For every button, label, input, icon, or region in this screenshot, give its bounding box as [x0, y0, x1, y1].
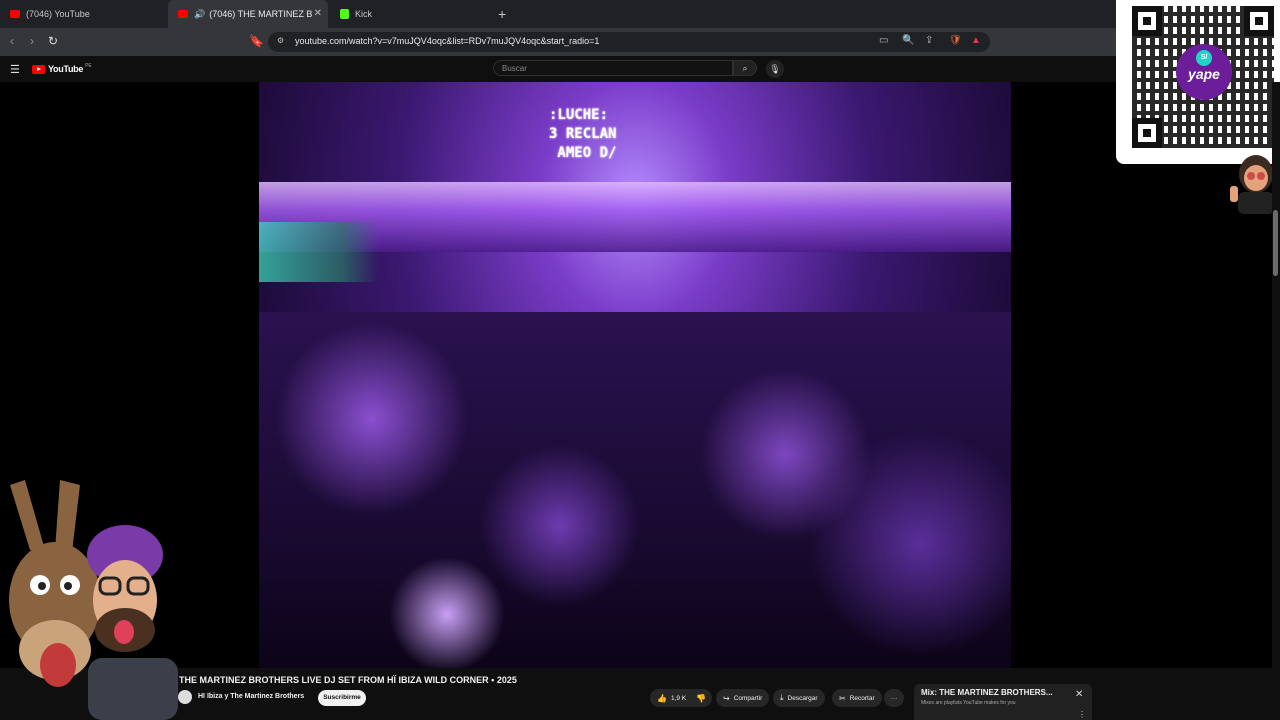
- like-button[interactable]: 👍 1,9 K: [650, 689, 690, 707]
- yape-logo-text: yape: [1188, 66, 1220, 82]
- bookmark-icon[interactable]: 🔖: [249, 34, 264, 48]
- video-title: THE MARTINEZ BROTHERS LIVE DJ SET FROM H…: [179, 675, 517, 685]
- thumbs-up-icon: 👍: [657, 693, 667, 703]
- subscribe-button[interactable]: Suscribirme: [318, 690, 366, 706]
- country-code: PE: [85, 63, 92, 69]
- video-frame[interactable]: :LUCHE: 3 RECLAN AMEO D/: [259, 82, 1011, 668]
- tab-martinez-video[interactable]: 🔊 (7046) THE MARTINEZ BROTH ✕: [168, 0, 328, 28]
- menu-icon[interactable]: ☰: [10, 63, 20, 76]
- youtube-header: ☰ YouTube PE Buscar ⌕ 🎙: [0, 56, 1280, 82]
- search-button[interactable]: ⌕: [733, 60, 757, 76]
- youtube-logo[interactable]: YouTube PE: [32, 63, 92, 74]
- search-icon: ⌕: [742, 63, 748, 73]
- microphone-icon: 🎙: [769, 64, 781, 74]
- forward-icon[interactable]: ›: [30, 34, 34, 48]
- mix-close-icon[interactable]: ✕: [1075, 689, 1083, 700]
- yape-badge: S/: [1196, 50, 1212, 66]
- streamer-avatar-small-icon: [1230, 155, 1274, 214]
- share-button[interactable]: ↪ Compartir: [716, 689, 770, 707]
- tab-label: (7046) THE MARTINEZ BROTH: [209, 9, 313, 19]
- url-text[interactable]: youtube.com/watch?v=v7muJQV4oqc&list=RDv…: [295, 36, 599, 46]
- more-actions-button[interactable]: ···: [884, 689, 904, 707]
- youtube-favicon-icon: [10, 10, 20, 18]
- voice-search-button[interactable]: 🎙: [766, 60, 784, 78]
- mix-menu-icon[interactable]: ⋮: [1078, 710, 1086, 719]
- youtube-favicon-icon: [178, 10, 188, 18]
- thumbs-down-icon: 👎: [696, 693, 706, 703]
- scissors-icon: ✂: [839, 693, 846, 703]
- tab-kick[interactable]: Kick: [330, 0, 494, 28]
- tab-label: Kick: [355, 9, 373, 19]
- brave-rewards-icon[interactable]: ▲: [971, 35, 981, 46]
- qr-finder-top-left: [1132, 6, 1162, 36]
- tab-close-icon[interactable]: ✕: [314, 8, 322, 19]
- like-count: 1,9 K: [670, 694, 687, 702]
- qr-finder-bottom-left: [1132, 118, 1162, 148]
- video-crowd: [259, 312, 1011, 668]
- tab-label: (7046) YouTube: [26, 9, 90, 19]
- reload-icon[interactable]: ↻: [48, 34, 58, 48]
- clip-label: Recortar: [849, 694, 875, 702]
- brave-shield-icon[interactable]: 🛡: [949, 35, 962, 46]
- browser-tab-strip: (7046) YouTube 🔊 (7046) THE MARTINEZ BRO…: [0, 0, 1280, 28]
- back-icon[interactable]: ‹: [10, 34, 14, 48]
- share-label: Compartir: [733, 694, 763, 702]
- channel-name[interactable]: Hï Ibiza y The Martinez Brothers: [198, 693, 304, 700]
- mix-subtitle: Mixes are playlists YouTube makes for yo…: [921, 700, 1016, 706]
- site-settings-icon[interactable]: ⚙: [277, 36, 284, 45]
- download-button[interactable]: ⤓ Descargar: [773, 689, 825, 707]
- share-icon: ↪: [723, 693, 730, 703]
- download-label: Descargar: [787, 694, 818, 702]
- yape-logo: S/ yape: [1176, 44, 1232, 100]
- channel-avatar[interactable]: [178, 690, 192, 704]
- youtube-play-icon: [32, 64, 45, 74]
- download-icon: ⤓: [780, 693, 784, 702]
- streamer-donkey-overlay-icon: [9, 480, 178, 720]
- page-scrollbar[interactable]: [1272, 82, 1280, 720]
- speaker-icon[interactable]: 🔊: [194, 9, 205, 20]
- youtube-logo-text: YouTube: [48, 64, 84, 74]
- zoom-icon[interactable]: 🔍: [902, 35, 914, 46]
- browser-toolbar: ‹ › ↻ 🔖 ⚙ youtube.com/watch?v=v7muJQV4oq…: [0, 28, 1280, 56]
- search-placeholder: Buscar: [502, 64, 527, 73]
- scrollbar-thumb[interactable]: [1273, 210, 1278, 276]
- cast-icon[interactable]: ▭: [879, 35, 888, 46]
- clip-button[interactable]: ✂ Recortar: [832, 689, 882, 707]
- mix-title[interactable]: Mix: THE MARTINEZ BROTHERS...: [921, 688, 1053, 697]
- qr-finder-top-right: [1244, 6, 1274, 36]
- search-input[interactable]: Buscar: [493, 60, 733, 76]
- new-tab-button[interactable]: +: [498, 6, 506, 22]
- more-icon: ···: [890, 694, 898, 702]
- video-green-light: [259, 222, 379, 282]
- video-overlay-text: :LUCHE: 3 RECLAN AMEO D/: [549, 107, 617, 161]
- kick-favicon-icon: [340, 9, 349, 19]
- tab-youtube-home[interactable]: (7046) YouTube: [0, 0, 166, 28]
- share-page-icon[interactable]: ⇪: [925, 35, 933, 46]
- dislike-button[interactable]: 👎: [690, 689, 712, 707]
